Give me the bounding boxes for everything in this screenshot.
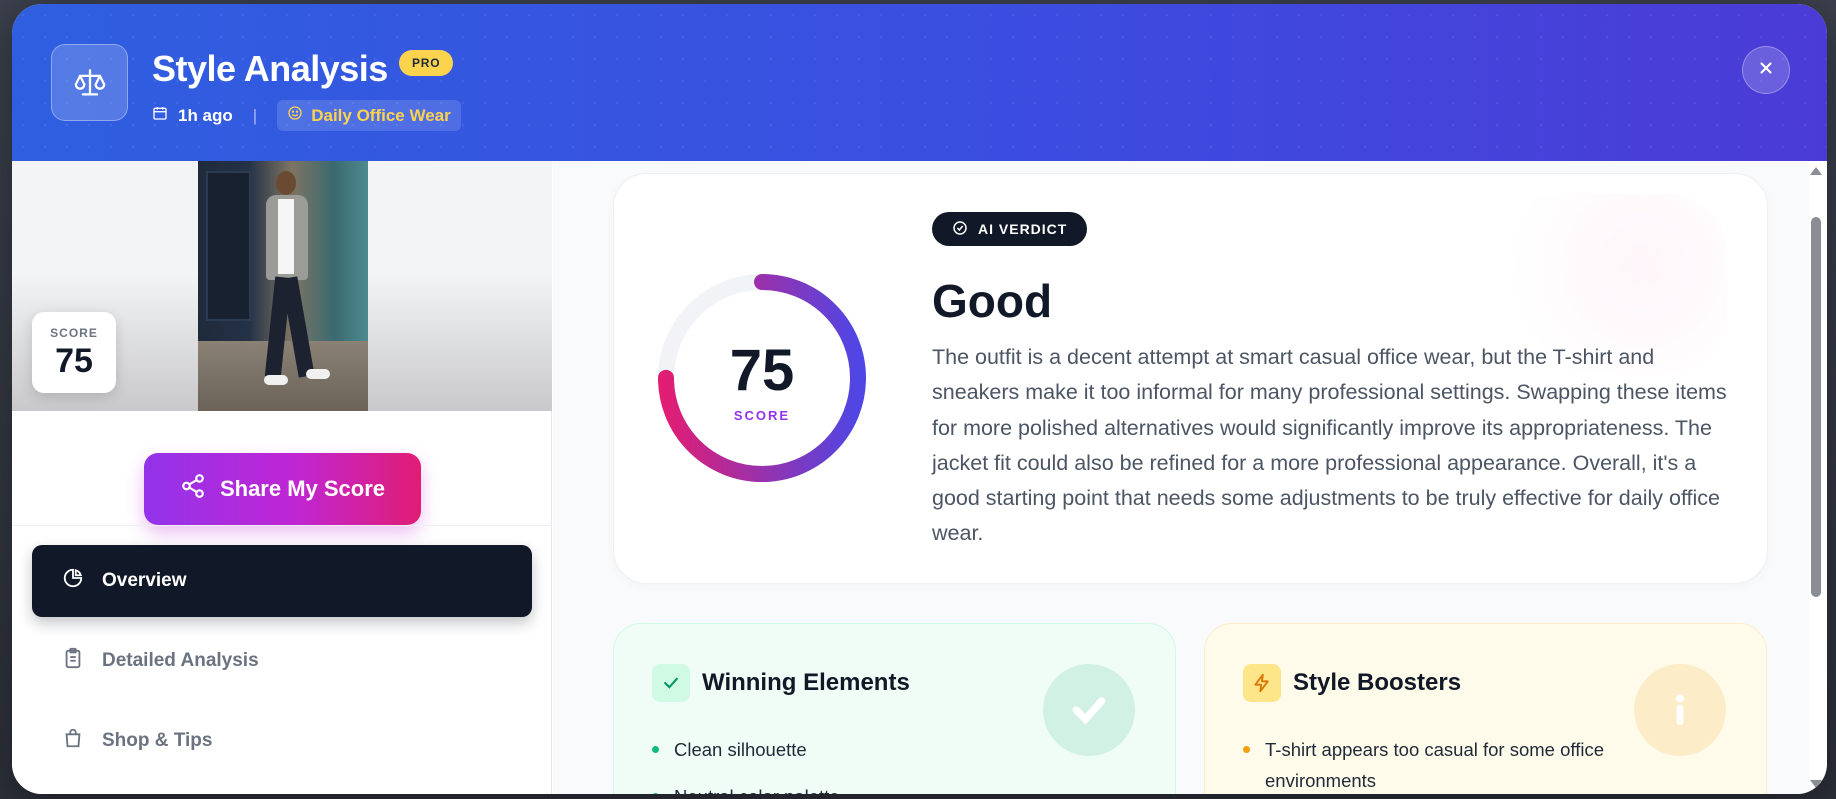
verdict-description: The outfit is a decent attempt at smart …: [932, 345, 1727, 546]
nav-item-detailed-analysis[interactable]: Detailed Analysis: [32, 625, 532, 697]
nav-item-label: Shop & Tips: [102, 730, 213, 751]
share-score-label: Share My Score: [219, 476, 386, 501]
style-boosters-card: Style Boosters T-shirt appears too casua…: [1204, 623, 1767, 794]
nav-item-label: Detailed Analysis: [102, 650, 259, 671]
left-panel: SCORE 75 Share My Score Overview Detaile…: [12, 161, 552, 794]
verdict-title: Good: [932, 275, 1053, 327]
share-icon: [180, 473, 206, 505]
divider: [12, 525, 552, 526]
content-scrollbar[interactable]: [1809, 161, 1823, 794]
nav-item-shop-tips[interactable]: Shop & Tips: [32, 705, 532, 777]
style-boosters-title: Style Boosters: [1293, 669, 1462, 696]
score-label: SCORE: [733, 407, 791, 423]
winning-elements-card: Winning Elements Clean silhouette Neutra…: [613, 623, 1176, 794]
nav-item-label: Overview: [102, 570, 187, 591]
style-boosters-header: Style Boosters: [1243, 664, 1461, 702]
score-card-label: SCORE: [50, 326, 98, 340]
shopping-bag-icon: [62, 727, 84, 755]
header-meta: 1h ago | Daily Office Wear: [152, 100, 461, 131]
verdict-card: 75 SCORE AI VERDICT Good The outfit is a…: [613, 173, 1768, 584]
score-card-value: 75: [55, 342, 93, 380]
score-ring-center: 75 SCORE: [654, 270, 870, 486]
outfit-photo-area: SCORE 75: [12, 161, 552, 411]
list-item: T-shirt appears too casual for some offi…: [1243, 734, 1663, 794]
calendar-icon: [152, 105, 168, 126]
nav-item-overview[interactable]: Overview: [32, 545, 532, 617]
ai-verdict-label: AI VERDICT: [978, 221, 1068, 237]
scale-icon: [51, 44, 128, 121]
winning-elements-title: Winning Elements: [702, 669, 910, 696]
style-analysis-modal: Style Analysis PRO 1h ago | Daily Office…: [12, 4, 1827, 794]
close-button[interactable]: [1742, 46, 1790, 94]
modal-header: Style Analysis PRO 1h ago | Daily Office…: [12, 4, 1827, 161]
clipboard-icon: [62, 647, 84, 675]
page-title: Style Analysis: [152, 48, 388, 89]
share-score-button[interactable]: Share My Score: [144, 453, 421, 525]
timestamp: 1h ago: [178, 105, 233, 125]
score-value: 75: [729, 337, 795, 403]
ai-verdict-badge: AI VERDICT: [932, 212, 1088, 246]
occasion-chip: Daily Office Wear: [277, 100, 461, 131]
occasion-label: Daily Office Wear: [311, 105, 451, 125]
pie-chart-icon: [62, 567, 84, 595]
list-item: Clean silhouette: [652, 734, 1072, 765]
style-boosters-list: T-shirt appears too casual for some offi…: [1243, 734, 1663, 794]
winning-elements-header: Winning Elements: [652, 664, 910, 702]
outfit-photo: [198, 161, 368, 411]
close-icon: [1757, 59, 1775, 82]
lightning-icon: [1243, 664, 1281, 702]
meta-separator: |: [252, 105, 258, 125]
pro-badge: PRO: [399, 50, 454, 76]
section-nav: Overview Detailed Analysis Shop & Tips: [32, 545, 532, 785]
overview-content: 75 SCORE AI VERDICT Good The outfit is a…: [553, 161, 1809, 794]
scroll-down-arrow-icon[interactable]: [1809, 778, 1823, 790]
check-circle-icon: [952, 220, 968, 239]
check-icon: [652, 664, 690, 702]
list-item: Neutral color palette: [652, 781, 1072, 794]
scroll-thumb[interactable]: [1811, 217, 1821, 597]
scroll-up-arrow-icon[interactable]: [1809, 165, 1823, 177]
score-card: SCORE 75: [32, 312, 116, 393]
smile-icon: [287, 105, 303, 126]
winning-elements-list: Clean silhouette Neutral color palette: [652, 734, 1072, 794]
